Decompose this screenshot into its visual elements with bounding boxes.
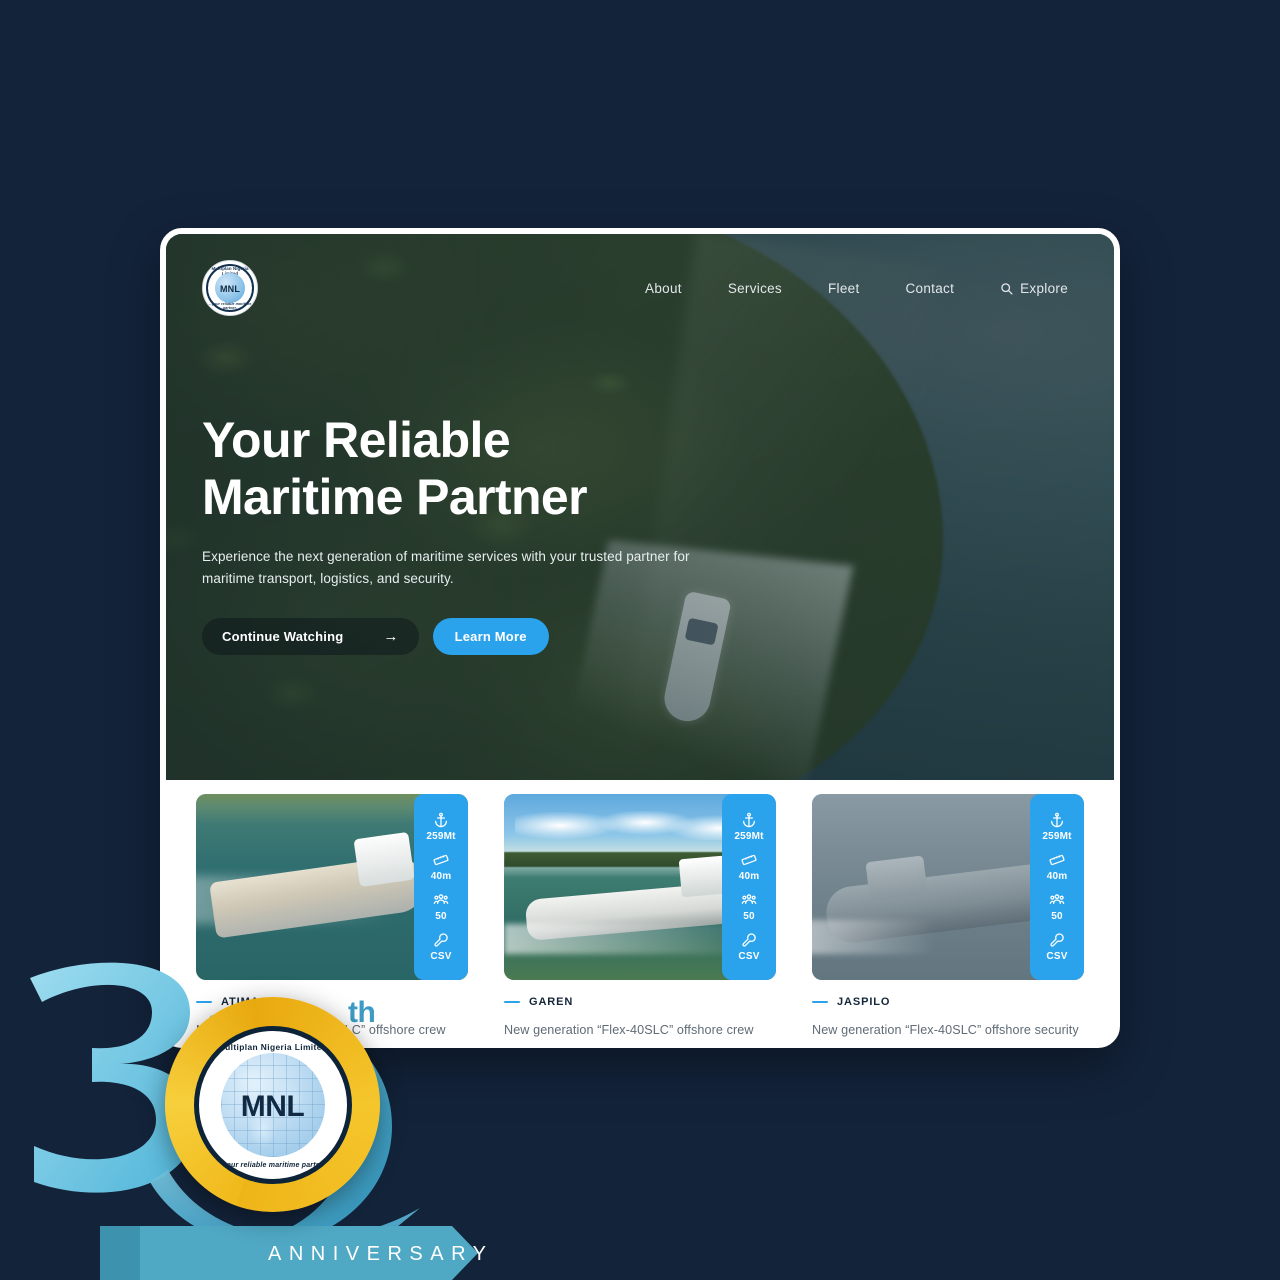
people-icon xyxy=(741,892,757,908)
spec-value: 50 xyxy=(1051,911,1063,922)
spec-value: 40m xyxy=(738,871,760,882)
seal-inner: Multiplan Nigeria Limited MNL ...your re… xyxy=(193,1025,352,1184)
page-title: Your Reliable Maritime Partner xyxy=(202,412,762,526)
hero-section: Multiplan Nigeria Limited MNL ...your re… xyxy=(166,234,1114,780)
hero-subtitle: Experience the next generation of mariti… xyxy=(202,549,690,586)
spec-tonnage: 259Mt xyxy=(1042,812,1071,842)
nav-item-contact[interactable]: Contact xyxy=(906,281,955,296)
spec-tonnage: 259Mt xyxy=(426,812,455,842)
ruler-icon xyxy=(1049,852,1065,868)
nav-item-services[interactable]: Services xyxy=(728,281,782,296)
site-logo[interactable]: Multiplan Nigeria Limited MNL ...your re… xyxy=(202,260,258,316)
continue-watching-button[interactable]: Continue Watching → xyxy=(202,617,419,655)
card-description: New generation “Flex-40SLC” offshore cre… xyxy=(504,1023,754,1037)
learn-more-button[interactable]: Learn More xyxy=(432,617,549,655)
card-title: JASPILO xyxy=(837,996,891,1008)
seal-initials: MNL xyxy=(240,1090,305,1124)
spec-length: 40m xyxy=(431,852,452,882)
fleet-card-jaspilo[interactable]: 259Mt 40m 50 CSV JASPILO New generation … xyxy=(812,794,1084,1042)
title-dash xyxy=(812,1001,828,1003)
spec-capacity: 50 xyxy=(1049,892,1065,922)
photo-vessel xyxy=(209,853,428,939)
nav-explore-label: Explore xyxy=(1020,280,1068,296)
anchor-icon xyxy=(741,812,757,828)
people-icon xyxy=(433,892,449,908)
anchor-icon xyxy=(1049,812,1065,828)
photo-wake xyxy=(812,920,992,954)
ruler-icon xyxy=(741,852,757,868)
hero-actions: Continue Watching → Learn More xyxy=(202,617,762,655)
people-icon xyxy=(1049,892,1065,908)
fleet-card-garen[interactable]: 259Mt 40m 50 CSV GAREN New generation “F… xyxy=(504,794,776,1042)
logo-arc-bottom: ...your reliable maritime partner. xyxy=(208,302,252,310)
spec-length: 40m xyxy=(1047,852,1068,882)
spec-panel: 259Mt 40m 50 CSV xyxy=(722,794,776,980)
spec-value: 259Mt xyxy=(1042,831,1072,842)
card-description: New generation “Flex-40SLC” offshore sec… xyxy=(812,1023,1079,1037)
spec-value: CSV xyxy=(1046,951,1068,962)
spec-value: 40m xyxy=(1046,871,1068,882)
seal-arc-top: Multiplan Nigeria Limited xyxy=(217,1041,328,1052)
hero-title-line-1: Your Reliable xyxy=(202,412,511,468)
spec-length: 40m xyxy=(739,852,760,882)
hero-title-line-2: Maritime Partner xyxy=(202,469,588,525)
logo-initials: MNL xyxy=(219,284,241,295)
ruler-icon xyxy=(433,852,449,868)
anniversary-seal: Multiplan Nigeria Limited MNL ...your re… xyxy=(165,997,380,1212)
card-title: GAREN xyxy=(529,996,574,1008)
nav-item-fleet[interactable]: Fleet xyxy=(828,281,860,296)
website-frame: Multiplan Nigeria Limited MNL ...your re… xyxy=(160,228,1120,1048)
nav-item-explore[interactable]: Explore xyxy=(1000,281,1068,296)
seal-arc-bottom: ...your reliable maritime partner. xyxy=(215,1161,329,1169)
nav-links: About Services Fleet Contact Explore xyxy=(645,281,1068,296)
card-title-row: GAREN xyxy=(504,996,776,1008)
anchor-icon xyxy=(433,812,449,828)
spec-value: 50 xyxy=(435,911,447,922)
anniversary-label: ANNIVERSARY xyxy=(268,1243,494,1265)
continue-watching-label: Continue Watching xyxy=(222,628,344,644)
wrench-icon xyxy=(1049,932,1065,948)
arrow-right-icon: → xyxy=(383,627,399,645)
main-navigation: Multiplan Nigeria Limited MNL ...your re… xyxy=(166,234,1114,342)
spec-type: CSV xyxy=(738,932,759,962)
spec-value: 50 xyxy=(743,911,755,922)
spec-value: CSV xyxy=(738,951,760,962)
title-dash xyxy=(504,1001,520,1003)
spec-value: 40m xyxy=(430,871,452,882)
spec-capacity: 50 xyxy=(433,892,449,922)
card-title-row: JASPILO xyxy=(812,996,1084,1008)
spec-value: 259Mt xyxy=(426,831,456,842)
spec-tonnage: 259Mt xyxy=(734,812,763,842)
spec-type: CSV xyxy=(1046,932,1067,962)
wrench-icon xyxy=(433,932,449,948)
spec-capacity: 50 xyxy=(741,892,757,922)
search-icon xyxy=(1000,282,1013,295)
page-root: Multiplan Nigeria Limited MNL ...your re… xyxy=(0,0,1280,1280)
spec-panel: 259Mt 40m 50 CSV xyxy=(1030,794,1084,980)
anniversary-ordinal: th xyxy=(348,996,376,1029)
banner-fold xyxy=(100,1226,140,1280)
card-media: 259Mt 40m 50 CSV xyxy=(504,794,776,980)
nav-item-about[interactable]: About xyxy=(645,281,682,296)
hero-content: Your Reliable Maritime Partner Experienc… xyxy=(202,412,762,655)
wrench-icon xyxy=(741,932,757,948)
spec-value: 259Mt xyxy=(734,831,764,842)
card-media: 259Mt 40m 50 CSV xyxy=(812,794,1084,980)
